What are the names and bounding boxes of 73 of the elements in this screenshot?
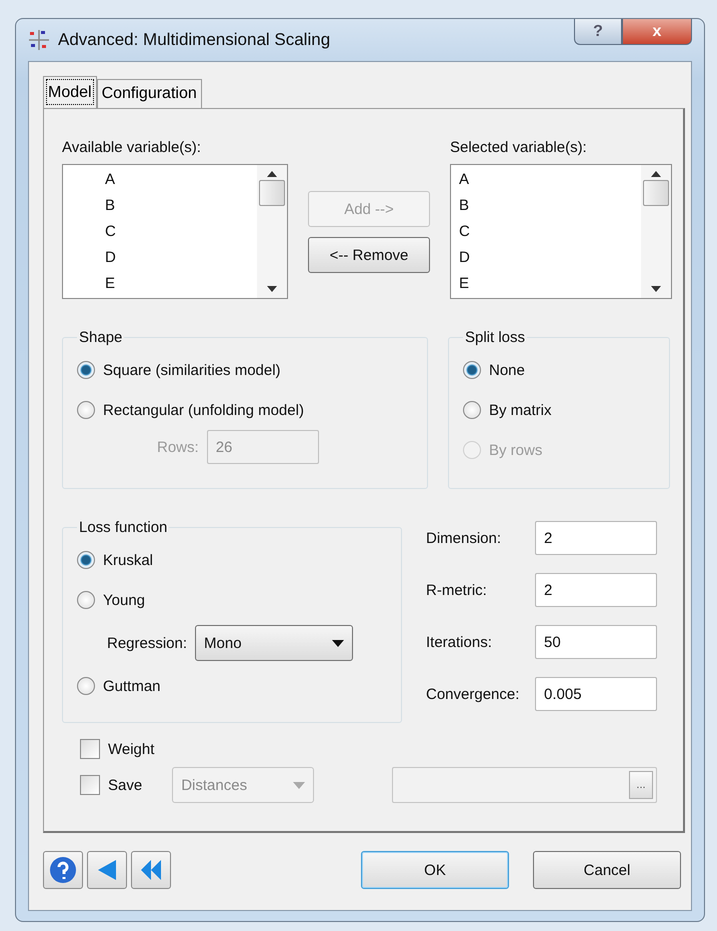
tab[interactable]: Model: [43, 76, 97, 108]
scroll-thumb[interactable]: [643, 180, 669, 206]
back-button[interactable]: [87, 851, 127, 889]
list-item[interactable]: E: [63, 271, 257, 297]
list-item[interactable]: D: [451, 245, 641, 271]
parameter-label: Dimension:: [426, 530, 502, 546]
radio-button[interactable]: [463, 401, 481, 419]
move-button[interactable]: <-- Remove: [308, 237, 430, 273]
double-left-arrow-icon: [139, 858, 163, 882]
scrollbar[interactable]: [641, 165, 671, 298]
scroll-up-icon[interactable]: [651, 171, 661, 177]
scroll-up-icon[interactable]: [267, 171, 277, 177]
checkbox[interactable]: [80, 775, 100, 795]
group-title: Loss function: [78, 519, 168, 536]
radio-button[interactable]: [77, 677, 95, 695]
radio-button[interactable]: [77, 591, 95, 609]
scrollbar[interactable]: [257, 165, 287, 298]
option-label: Young: [103, 592, 145, 608]
regression-label: Regression:: [107, 634, 188, 652]
rows-label: Rows:: [157, 438, 199, 456]
list-label: Available variable(s):: [62, 139, 201, 156]
option-label: By rows: [489, 442, 542, 458]
option-label: None: [489, 362, 525, 378]
scroll-down-icon[interactable]: [651, 286, 661, 292]
radio-button[interactable]: [77, 361, 95, 379]
parameter-label: R-metric:: [426, 582, 488, 598]
option-label: Rectangular (unfolding model): [103, 402, 304, 418]
dropdown-arrow-icon: [293, 782, 306, 788]
file-path-field[interactable]: ...: [392, 767, 657, 803]
help-button[interactable]: ?: [574, 19, 622, 45]
list-item[interactable]: D: [63, 245, 257, 271]
parameter-field[interactable]: 50: [535, 625, 657, 659]
dropdown-arrow-icon: [332, 640, 344, 646]
list-item[interactable]: C: [451, 219, 641, 245]
checkbox-label: Save: [108, 776, 142, 794]
parameter-field[interactable]: 0.005: [535, 677, 657, 711]
help-button[interactable]: [43, 851, 83, 889]
checkbox-label: Weight: [108, 740, 154, 758]
browse-button[interactable]: ...: [629, 771, 653, 799]
parameter-field[interactable]: 2: [535, 573, 657, 607]
first-button[interactable]: [131, 851, 171, 889]
parameter-label: Convergence:: [426, 686, 520, 702]
list-label: Selected variable(s):: [450, 139, 587, 156]
option-label: Square (similarities model): [103, 362, 281, 378]
list-item[interactable]: A: [63, 167, 257, 193]
group-title: Shape: [78, 329, 124, 346]
list-item[interactable]: A: [451, 167, 641, 193]
list-item[interactable]: B: [63, 193, 257, 219]
option-label: Guttman: [103, 678, 161, 694]
scroll-thumb[interactable]: [259, 180, 285, 206]
parameter-field[interactable]: 2: [535, 521, 657, 555]
radio-button[interactable]: [463, 361, 481, 379]
scroll-down-icon[interactable]: [267, 286, 277, 292]
checkbox[interactable]: [80, 739, 100, 759]
ok-button[interactable]: OK: [361, 851, 509, 889]
group-title: Split loss: [464, 329, 526, 346]
list-item[interactable]: B: [451, 193, 641, 219]
variable-list[interactable]: A B C D E: [62, 164, 288, 299]
tab[interactable]: Configuration: [96, 79, 202, 108]
radio-button[interactable]: [77, 551, 95, 569]
list-item[interactable]: E: [451, 271, 641, 297]
left-triangle-icon: [96, 858, 118, 882]
option-label: By matrix: [489, 402, 552, 418]
regression-dropdown[interactable]: Mono: [195, 625, 354, 661]
radio-button[interactable]: [77, 401, 95, 419]
list-item[interactable]: C: [63, 219, 257, 245]
window-title: Advanced: Multidimensional Scaling: [58, 30, 332, 50]
option-label: Kruskal: [103, 552, 154, 568]
parameter-label: Iterations:: [426, 634, 493, 650]
variable-list[interactable]: A B C D E: [450, 164, 672, 299]
help-icon: [49, 856, 77, 884]
app-icon: [28, 29, 50, 51]
cancel-button[interactable]: Cancel: [533, 851, 681, 889]
